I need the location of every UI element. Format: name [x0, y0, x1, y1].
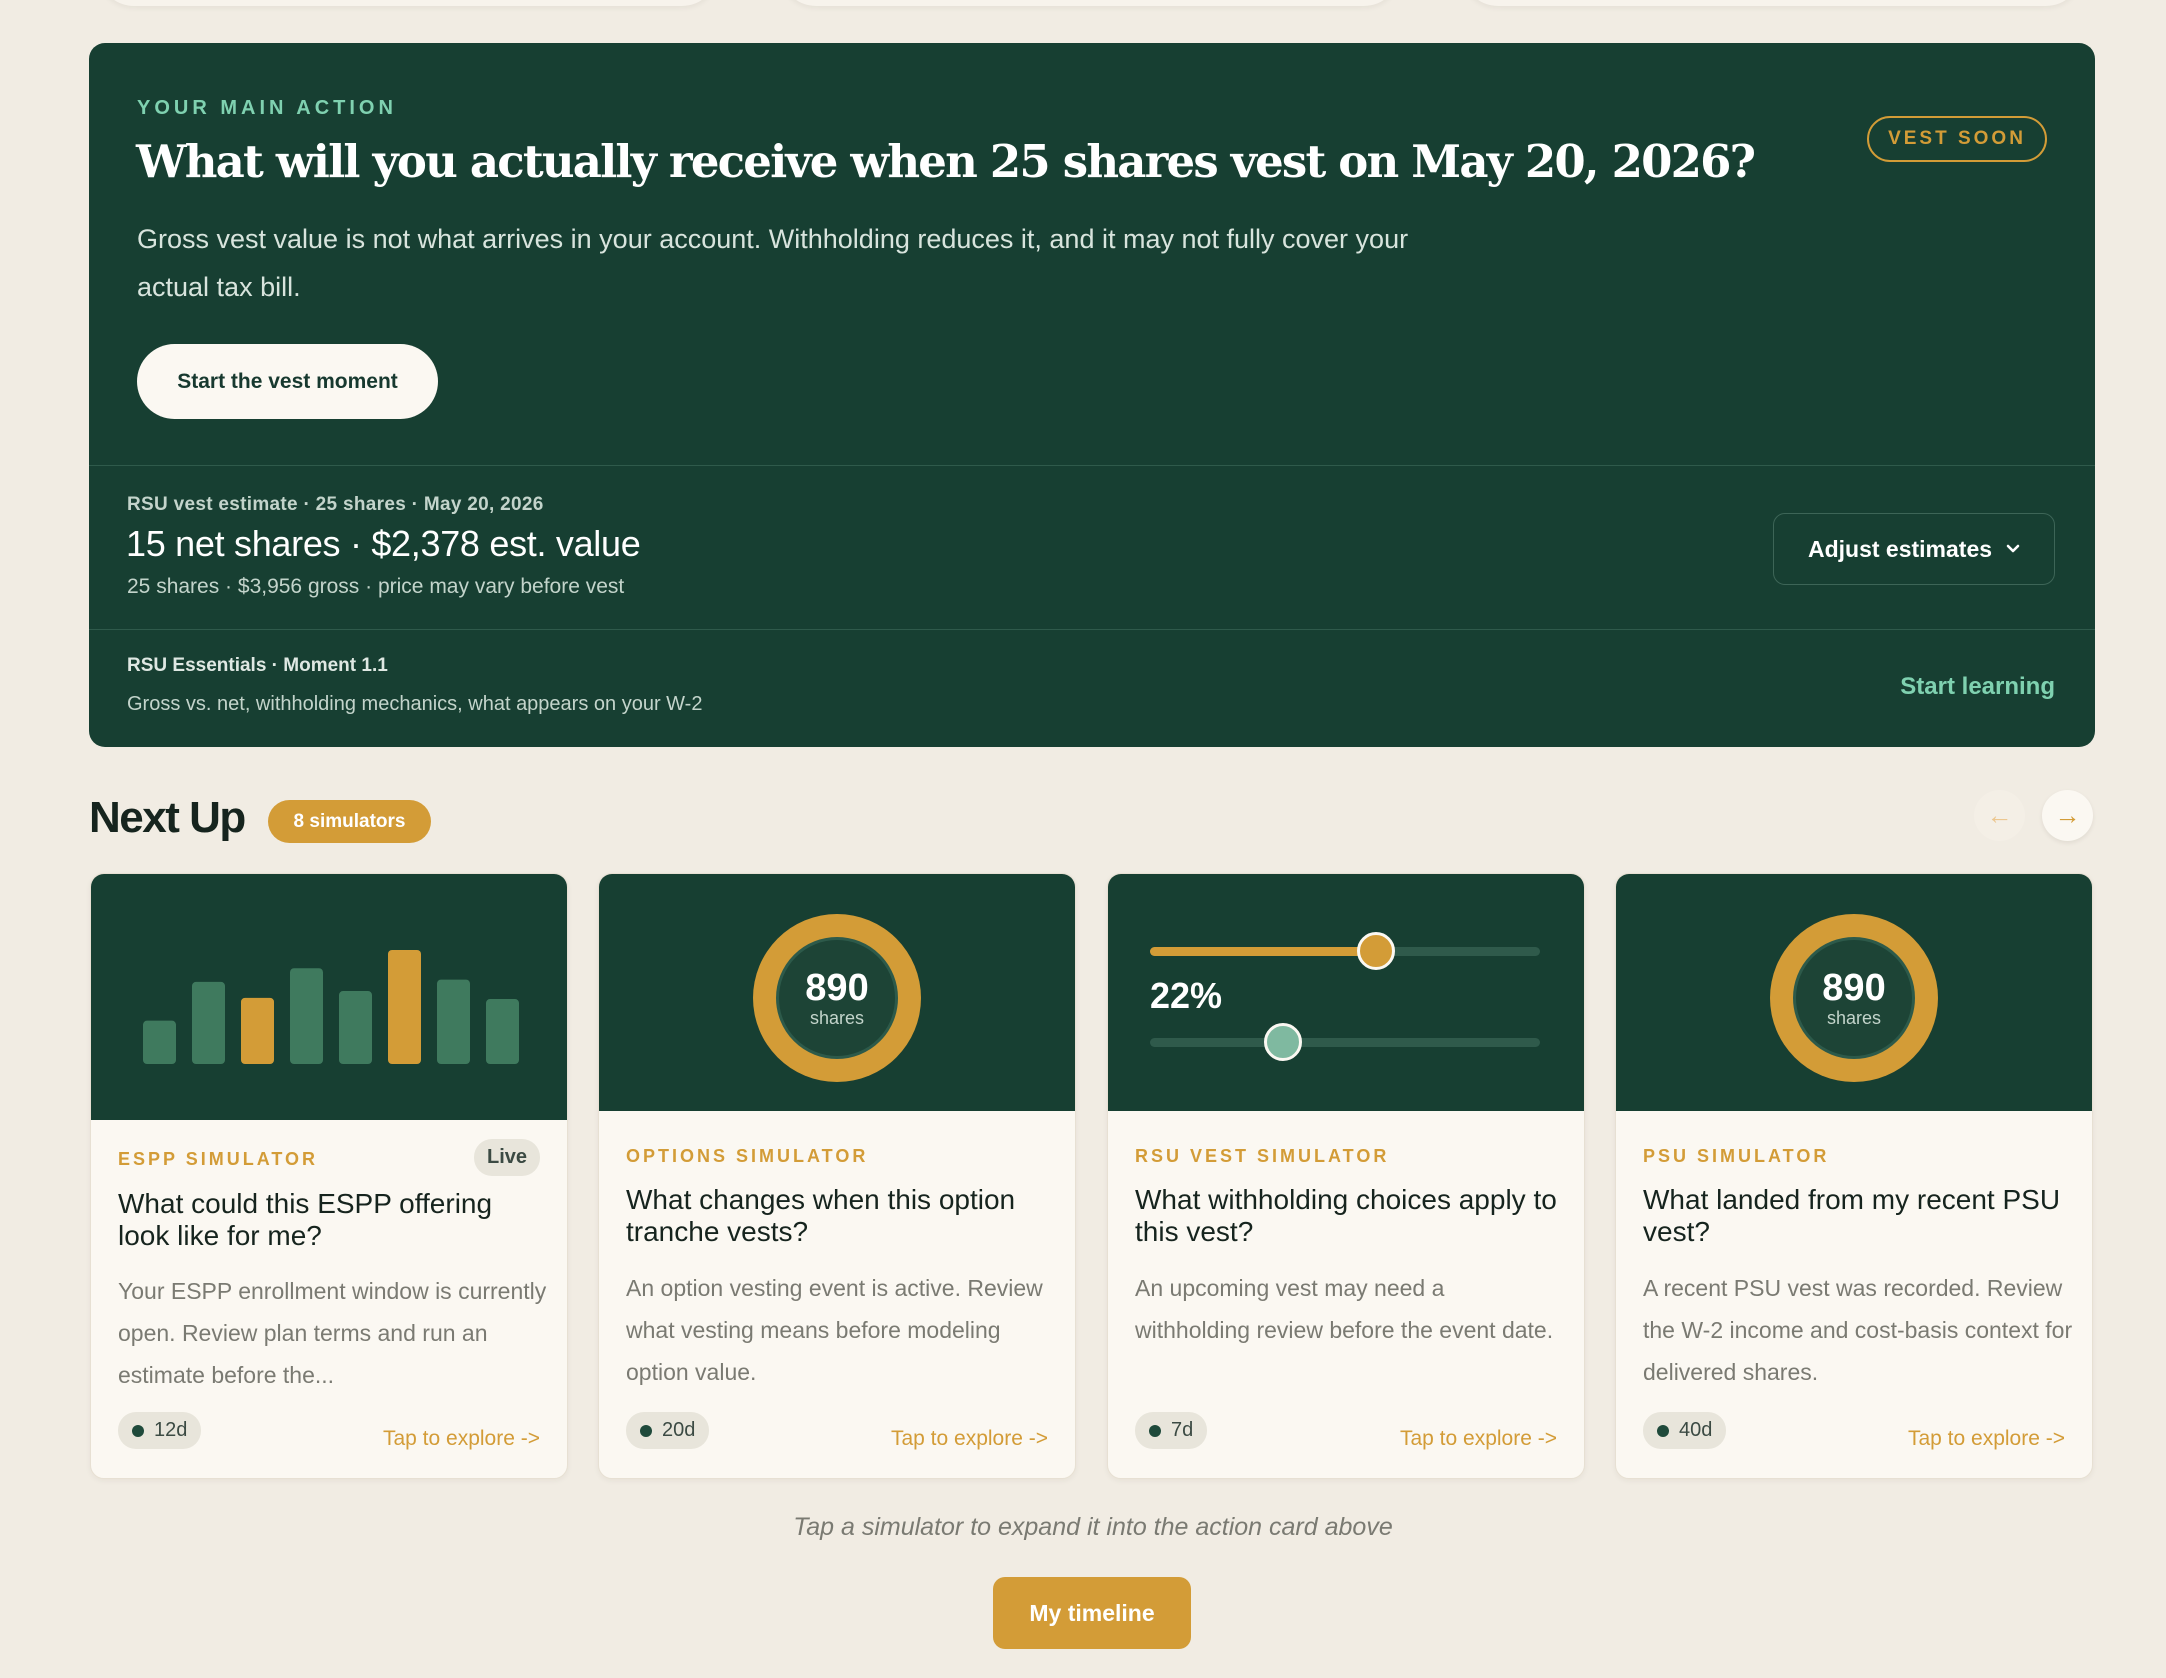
ring-unit: shares — [1826, 1008, 1882, 1028]
start-vest-moment-button[interactable]: Start the vest moment — [137, 344, 438, 419]
card-title: What changes when this option tranche ve… — [626, 1184, 1016, 1247]
options-ring-visual: 890 shares — [599, 874, 1075, 1111]
card-title: What withholding choices apply to this v… — [1135, 1184, 1557, 1247]
arrow-right-icon: → — [2054, 800, 2081, 830]
ring-value: 890 — [805, 967, 869, 1009]
shares-ring: 890 shares — [753, 914, 921, 1082]
espp-bar-chart-svg — [143, 950, 519, 1064]
adjust-estimates-label: Adjust estimates — [1807, 535, 1993, 562]
next-up-title: Next Up — [89, 793, 246, 842]
shares-ring-center: 890 shares — [1793, 937, 1915, 1059]
card-description: A recent PSU vest was recorded. Review t… — [1643, 1275, 2073, 1385]
days-remaining-pill: 7d — [1135, 1412, 1208, 1449]
estimate-value: 15 net shares · $2,378 est. value — [126, 523, 641, 564]
carousel-prev-button[interactable]: ← — [1974, 790, 2025, 841]
learning-module-description: Gross vs. net, withholding mechanics, wh… — [127, 693, 703, 715]
ring-value: 890 — [1822, 967, 1886, 1009]
adjust-estimates-button[interactable]: Adjust estimates — [1773, 513, 2055, 585]
slider-value: 22% — [1150, 975, 1223, 1016]
arrow-left-icon: ← — [1986, 800, 2013, 830]
psu-simulator-card[interactable]: 890 shares PSU SIMULATOR What landed fro… — [1615, 873, 2093, 1479]
psu-ring-visual: 890 shares — [1616, 874, 2092, 1111]
days-remaining: 20d — [662, 1419, 696, 1441]
divider — [89, 629, 2095, 630]
main-action-eyebrow: YOUR MAIN ACTION — [137, 97, 397, 119]
carousel-next-button[interactable]: → — [2042, 790, 2093, 841]
main-action-card: YOUR MAIN ACTION What will you actually … — [89, 43, 2095, 747]
espp-bar — [486, 999, 519, 1064]
status-dot-icon — [640, 1424, 652, 1437]
status-dot-icon — [132, 1424, 144, 1437]
espp-bar — [192, 981, 225, 1064]
espp-bar — [241, 997, 274, 1064]
partial-card-top-3 — [1462, 0, 2082, 6]
main-action-description: Gross vest value is not what arrives in … — [137, 224, 1409, 302]
card-title: What landed from my recent PSU vest? — [1643, 1184, 2061, 1247]
espp-bar-chart — [91, 874, 567, 1120]
estimate-label: RSU vest estimate · 25 shares · May 20, … — [127, 494, 544, 515]
card-eyebrow: RSU VEST SIMULATOR — [1135, 1146, 1390, 1166]
card-description: Your ESPP enrollment window is currently… — [118, 1278, 547, 1388]
start-learning-link[interactable]: Start learning — [1900, 673, 2055, 701]
espp-simulator-card[interactable]: ESPP SIMULATOR Live What could this ESPP… — [90, 873, 568, 1479]
vest-soon-badge: VEST SOON — [1867, 116, 2047, 162]
main-action-title: What will you actually receive when 25 s… — [136, 135, 1756, 188]
partial-card-top-1 — [98, 0, 718, 6]
shares-ring: 890 shares — [1770, 914, 1938, 1082]
card-description: An option vesting event is active. Revie… — [626, 1275, 1043, 1385]
options-simulator-card[interactable]: 890 shares OPTIONS SIMULATOR What change… — [598, 873, 1076, 1479]
shares-ring-center: 890 shares — [776, 937, 898, 1059]
espp-bar — [437, 979, 470, 1064]
rsu-vest-simulator-card[interactable]: 22% RSU VEST SIMULATOR What withholding … — [1107, 873, 1585, 1479]
slider-handle-top — [1357, 932, 1396, 970]
simulator-count-badge: 8 simulators — [268, 800, 431, 843]
days-remaining-pill: 20d — [626, 1412, 710, 1449]
card-eyebrow: OPTIONS SIMULATOR — [626, 1146, 869, 1166]
card-title: What could this ESPP offering look like … — [118, 1188, 493, 1251]
chevron-down-icon — [2006, 544, 2020, 553]
espp-bar — [290, 968, 323, 1064]
slider-fill-top — [1150, 947, 1377, 956]
tap-to-explore-link[interactable]: Tap to explore -> — [383, 1427, 540, 1451]
days-remaining-pill: 12d — [118, 1412, 202, 1449]
days-remaining-pill: 40d — [1643, 1412, 1727, 1449]
days-remaining: 12d — [154, 1419, 188, 1441]
espp-bar — [143, 1020, 176, 1064]
card-description: An upcoming vest may need a withholding … — [1135, 1275, 1554, 1343]
card-eyebrow: PSU SIMULATOR — [1643, 1146, 1830, 1166]
slider-handle-bottom — [1263, 1023, 1302, 1061]
withholding-slider-visual: 22% — [1108, 874, 1584, 1111]
tap-to-explore-link[interactable]: Tap to explore -> — [1400, 1427, 1557, 1451]
card-eyebrow: ESPP SIMULATOR — [118, 1149, 319, 1169]
status-dot-icon — [1657, 1424, 1669, 1437]
slider-track-bottom — [1150, 1038, 1540, 1047]
espp-bar — [339, 991, 372, 1064]
live-badge: Live — [474, 1139, 540, 1176]
days-remaining: 40d — [1679, 1419, 1713, 1441]
slider-track-top — [1150, 947, 1540, 956]
simulator-hint: Tap a simulator to expand it into the ac… — [793, 1513, 1393, 1541]
days-remaining: 7d — [1171, 1419, 1194, 1441]
ring-unit: shares — [809, 1008, 865, 1028]
status-dot-icon — [1149, 1424, 1161, 1437]
estimate-subtext: 25 shares · $3,956 gross · price may var… — [127, 575, 625, 598]
learning-module-label: RSU Essentials · Moment 1.1 — [127, 655, 388, 676]
espp-bar — [388, 950, 421, 1064]
my-timeline-button[interactable]: My timeline — [993, 1577, 1191, 1649]
tap-to-explore-link[interactable]: Tap to explore -> — [1908, 1427, 2065, 1451]
partial-card-top-2 — [780, 0, 1400, 6]
tap-to-explore-link[interactable]: Tap to explore -> — [891, 1427, 1048, 1451]
divider — [89, 465, 2095, 466]
